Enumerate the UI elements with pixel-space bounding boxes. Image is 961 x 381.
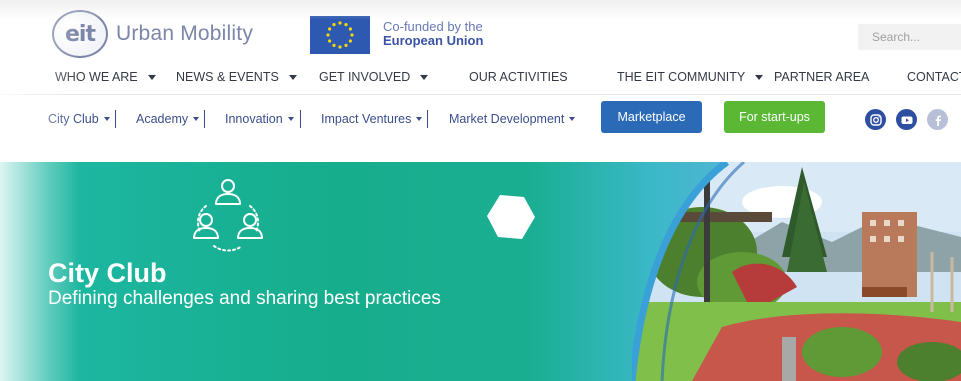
eu-line2: European Union — [383, 33, 484, 48]
nav-eit-community[interactable]: THE EIT COMMUNITY — [617, 70, 764, 84]
eu-line1: Co-funded by the — [383, 19, 483, 34]
nav-news-events[interactable]: NEWS & EVENTS — [176, 70, 297, 84]
subnav-label: Market Development — [449, 112, 565, 126]
subnav-academy[interactable]: Academy — [136, 112, 200, 126]
subnav-label: Impact Ventures — [321, 112, 412, 126]
nav-label: PARTNER AREA — [774, 70, 870, 84]
eit-logo-mark: eit — [52, 10, 108, 58]
subnav-market-development[interactable]: Market Development — [449, 112, 576, 126]
sub-navigation: City Club Academy Innovation Impact Vent… — [0, 96, 961, 142]
chevron-down-icon — [103, 117, 110, 121]
chevron-down-icon — [416, 117, 423, 121]
nav-label: THE EIT COMMUNITY — [617, 70, 746, 84]
chevron-down-icon — [193, 117, 200, 121]
chevron-down-icon — [755, 74, 764, 80]
eu-cofunded-text: Co-funded by the European Union — [383, 20, 483, 48]
search-input[interactable] — [858, 24, 961, 50]
subnav-separator — [204, 110, 205, 128]
eit-urban-mobility-logo[interactable]: eit Urban Mobility — [52, 10, 253, 58]
logo-text: Urban Mobility — [116, 22, 254, 45]
eu-flag-icon — [310, 16, 370, 54]
subnav-city-club[interactable]: City Club — [48, 112, 110, 126]
youtube-icon[interactable] — [896, 109, 917, 130]
nav-contact[interactable]: CONTACT — [907, 70, 961, 84]
hero-subtitle: Defining challenges and sharing best pra… — [48, 288, 441, 309]
facebook-icon[interactable] — [927, 109, 948, 130]
nav-label: WHO WE ARE — [55, 70, 138, 84]
hero-banner: City Club Defining challenges and sharin… — [0, 162, 961, 381]
hero-title: City Club — [48, 258, 167, 288]
chevron-down-icon — [420, 74, 429, 80]
subnav-label: City Club — [48, 112, 99, 126]
nav-label: CONTACT — [907, 70, 961, 84]
nav-who-we-are[interactable]: WHO WE ARE — [55, 70, 156, 84]
subnav-innovation[interactable]: Innovation — [225, 112, 294, 126]
nav-get-involved[interactable]: GET INVOLVED — [319, 70, 429, 84]
chevron-down-icon — [287, 117, 294, 121]
nav-label: NEWS & EVENTS — [176, 70, 279, 84]
chevron-down-icon — [288, 74, 297, 80]
subnav-label: Academy — [136, 112, 189, 126]
nav-partner-area[interactable]: PARTNER AREA — [774, 70, 869, 84]
marketplace-button[interactable]: Marketplace — [601, 101, 702, 133]
subnav-separator — [427, 110, 428, 128]
hexagon-shape — [487, 195, 535, 239]
main-navigation: WHO WE ARE NEWS & EVENTS GET INVOLVED OU… — [0, 64, 961, 92]
nav-divider — [0, 94, 961, 95]
chevron-down-icon — [569, 117, 576, 121]
nav-label: OUR ACTIVITIES — [469, 70, 568, 84]
park-playground-photo — [632, 162, 961, 381]
subnav-impact-ventures[interactable]: Impact Ventures — [321, 112, 423, 126]
for-startups-button[interactable]: For start-ups — [724, 101, 825, 133]
subnav-label: Innovation — [225, 112, 283, 126]
instagram-icon[interactable] — [865, 109, 886, 130]
nav-label: GET INVOLVED — [319, 70, 411, 84]
nav-our-activities[interactable]: OUR ACTIVITIES — [469, 70, 568, 84]
site-header: eit Urban Mobility Co-funded by the Euro… — [0, 0, 961, 64]
chevron-down-icon — [147, 74, 156, 80]
people-network-icon — [193, 179, 263, 252]
subnav-separator — [300, 110, 301, 128]
subnav-separator — [115, 110, 116, 128]
